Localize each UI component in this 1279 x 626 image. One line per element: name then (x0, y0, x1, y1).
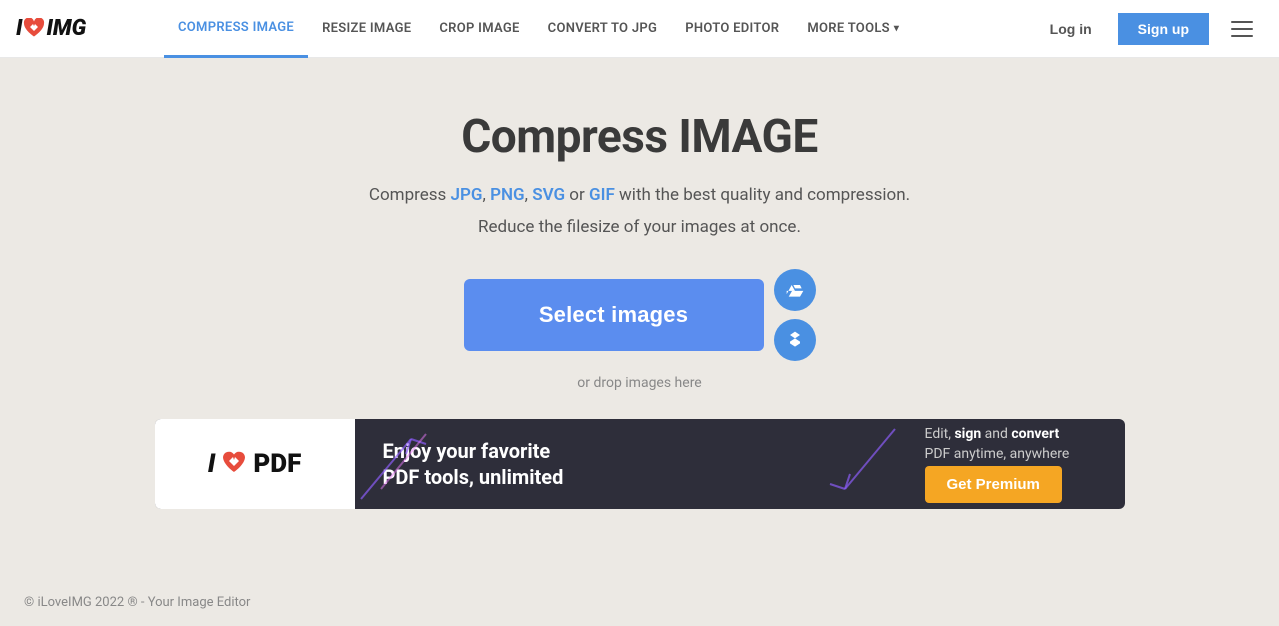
ad-tagline-line2: PDF tools, unlimited (383, 464, 897, 490)
main-content: Compress IMAGE Compress JPG, PNG, SVG or… (0, 58, 1279, 509)
ad-logo-heart-icon (221, 450, 247, 478)
ad-sub-mid: and (981, 426, 1011, 442)
ad-sub-line2: PDF anytime, anywhere (925, 446, 1070, 462)
ad-sub-prefix: Edit, (925, 426, 955, 442)
drop-text: or drop images here (577, 375, 701, 391)
ad-tagline-line1: Enjoy your favorite (383, 438, 897, 464)
ad-sub-sign: sign (954, 426, 981, 442)
nav-more[interactable]: MORE TOOLS ▾ (793, 0, 913, 58)
main-nav: COMPRESS IMAGE RESIZE IMAGE CROP IMAGE C… (164, 0, 1032, 58)
ad-sub: Edit, sign and convert (925, 426, 1060, 442)
header-actions: Log in Sign up (1032, 8, 1263, 50)
cloud-buttons (774, 269, 816, 361)
logo-img: IMG (46, 16, 86, 41)
ad-logo-section: I PDF (155, 419, 355, 509)
select-images-button[interactable]: Select images (464, 279, 764, 351)
comma1: , (483, 185, 486, 205)
ad-logo-pdf: PDF (253, 449, 301, 479)
signup-button[interactable]: Sign up (1118, 13, 1209, 45)
comma2: , (525, 185, 528, 205)
hamburger-line2 (1231, 28, 1253, 30)
ad-right: Edit, sign and convert PDF anytime, anyw… (925, 426, 1125, 503)
dropbox-button[interactable] (774, 319, 816, 361)
ad-sub-convert: convert (1011, 426, 1059, 442)
upload-area: Select images (464, 269, 816, 361)
header: I IMG COMPRESS IMAGE RESIZE IMAGE CROP I… (0, 0, 1279, 58)
gdrive-icon (785, 280, 805, 300)
footer-text: © iLoveIMG 2022 ® - Your Image Editor (24, 595, 250, 610)
google-drive-button[interactable] (774, 269, 816, 311)
subtitle-line2: Reduce the filesize of your images at on… (478, 217, 801, 237)
nav-resize[interactable]: RESIZE IMAGE (308, 0, 425, 58)
nav-compress[interactable]: COMPRESS IMAGE (164, 0, 308, 58)
hamburger-line3 (1231, 35, 1253, 37)
hamburger-menu[interactable] (1221, 8, 1263, 50)
logo[interactable]: I IMG (16, 16, 136, 41)
ad-banner: I PDF Enjoy y (155, 419, 1125, 509)
or-text: or (565, 185, 589, 205)
nav-photo[interactable]: PHOTO EDITOR (671, 0, 793, 58)
page-title: Compress IMAGE (461, 110, 818, 164)
svg-highlight: SVG (532, 185, 565, 205)
logo-i: I (16, 16, 22, 41)
subtitle-prefix: Compress (369, 185, 451, 205)
gif-highlight: GIF (589, 185, 615, 205)
login-button[interactable]: Log in (1032, 13, 1110, 45)
dropbox-icon (785, 330, 805, 350)
get-premium-button[interactable]: Get Premium (925, 466, 1062, 503)
jpg-highlight: JPG (451, 185, 483, 205)
footer: © iLoveIMG 2022 ® - Your Image Editor (0, 579, 1279, 626)
ad-content: Enjoy your favorite PDF tools, unlimited (355, 438, 925, 490)
subtitle: Compress JPG, PNG, SVG or GIF with the b… (369, 182, 910, 209)
chevron-down-icon: ▾ (894, 23, 899, 34)
nav-more-label: MORE TOOLS (807, 21, 890, 36)
ad-tagline: Enjoy your favorite PDF tools, unlimited (383, 438, 897, 490)
nav-convert[interactable]: CONVERT TO JPG (534, 0, 672, 58)
subtitle-suffix: with the best quality and compression. (615, 185, 910, 205)
nav-crop[interactable]: CROP IMAGE (425, 0, 533, 58)
ad-logo: I PDF (208, 449, 302, 479)
png-highlight: PNG (490, 185, 525, 205)
hamburger-line1 (1231, 21, 1253, 23)
ad-logo-i: I (208, 449, 216, 479)
logo-heart-icon (23, 18, 45, 38)
